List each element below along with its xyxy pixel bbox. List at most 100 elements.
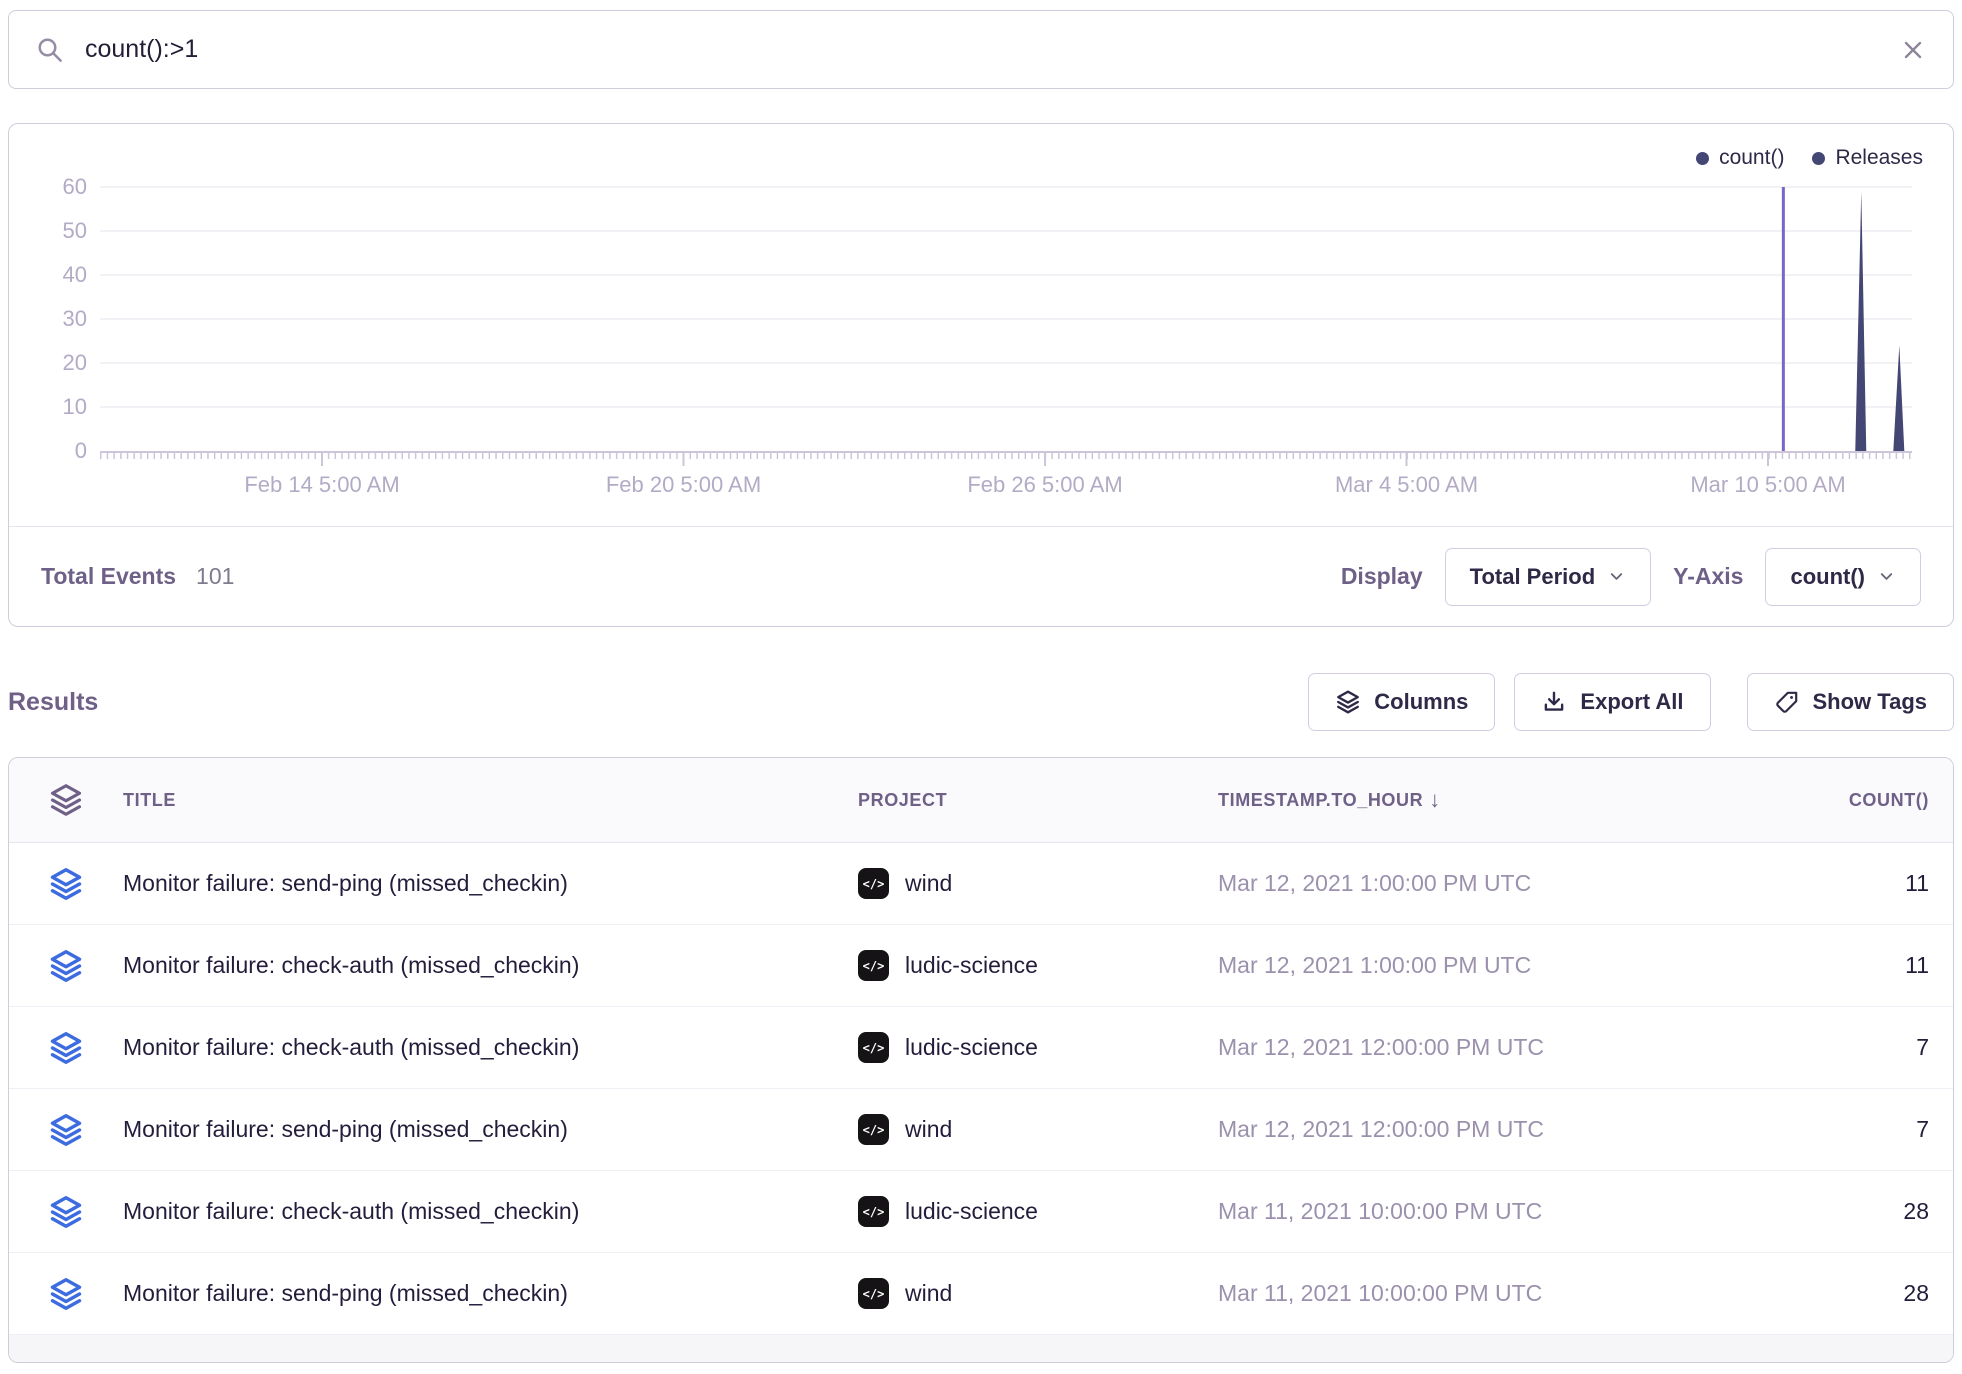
- event-title[interactable]: Monitor failure: send-ping (missed_check…: [123, 1116, 858, 1143]
- legend-item-count[interactable]: count(): [1696, 146, 1784, 170]
- project-name: ludic-science: [905, 1198, 1038, 1225]
- stack-icon: [1335, 689, 1361, 715]
- code-platform-icon: </>: [858, 868, 889, 899]
- project-cell[interactable]: </>wind: [858, 1114, 1218, 1145]
- event-title[interactable]: Monitor failure: check-auth (missed_chec…: [123, 1198, 858, 1225]
- table-header-row: TITLE PROJECT TIMESTAMP.TO_HOUR ↓ COUNT(…: [9, 758, 1953, 843]
- count-cell: 28: [1703, 1280, 1953, 1307]
- tag-icon: [1774, 689, 1800, 715]
- legend-item-releases[interactable]: Releases: [1812, 146, 1923, 170]
- results-header-row: Results Columns Export All: [8, 672, 1954, 732]
- stack-icon: [48, 1112, 84, 1148]
- timestamp-cell: Mar 11, 2021 10:00:00 PM UTC: [1218, 1198, 1703, 1225]
- event-title[interactable]: Monitor failure: check-auth (missed_chec…: [123, 952, 858, 979]
- display-select-value: Total Period: [1470, 564, 1596, 590]
- svg-text:Feb 20 5:00 AM: Feb 20 5:00 AM: [606, 472, 761, 497]
- project-cell[interactable]: </> ludic-science: [858, 950, 1218, 981]
- svg-text:Feb 14 5:00 AM: Feb 14 5:00 AM: [244, 472, 399, 497]
- chevron-down-icon: [1607, 567, 1626, 586]
- header-project[interactable]: PROJECT: [858, 790, 1218, 811]
- project-name: ludic-science: [905, 952, 1038, 979]
- timestamp-cell: Mar 12, 2021 12:00:00 PM UTC: [1218, 1034, 1703, 1061]
- table-row[interactable]: Monitor failure: send-ping (missed_check…: [9, 1089, 1953, 1171]
- search-bar: [8, 10, 1954, 89]
- header-count[interactable]: COUNT(): [1703, 790, 1953, 811]
- count-cell: 28: [1703, 1198, 1953, 1225]
- legend-dot-releases-icon: [1812, 152, 1825, 165]
- table-row[interactable]: Monitor failure: send-ping (missed_check…: [9, 1253, 1953, 1335]
- svg-text:50: 50: [63, 218, 87, 243]
- chart-legend: count() Releases: [1696, 146, 1923, 170]
- timestamp-cell: Mar 11, 2021 10:00:00 PM UTC: [1218, 1280, 1703, 1307]
- search-icon: [35, 35, 65, 65]
- project-cell[interactable]: </> ludic-science: [858, 1032, 1218, 1063]
- svg-text:Feb 26 5:00 AM: Feb 26 5:00 AM: [967, 472, 1122, 497]
- stack-icon: [48, 1030, 84, 1066]
- search-input[interactable]: [83, 34, 1899, 65]
- legend-label-releases: Releases: [1835, 146, 1923, 170]
- project-cell[interactable]: </> ludic-science: [858, 1196, 1218, 1227]
- yaxis-label: Y-Axis: [1673, 563, 1743, 590]
- table-row[interactable]: Monitor failure: send-ping (missed_check…: [9, 843, 1953, 925]
- svg-text:20: 20: [63, 350, 87, 375]
- code-platform-icon: </>: [858, 1278, 889, 1309]
- project-cell[interactable]: </> wind: [858, 1278, 1218, 1309]
- event-title[interactable]: Monitor failure: send-ping (missed_check…: [123, 870, 858, 897]
- svg-text:60: 60: [63, 174, 87, 199]
- display-select[interactable]: Total Period: [1445, 548, 1652, 606]
- chart-footer: Total Events 101 Display Total Period Y-…: [9, 526, 1953, 626]
- count-cell: 7: [1703, 1034, 1953, 1061]
- stack-icon: [48, 1194, 84, 1230]
- export-all-button[interactable]: Export All: [1514, 673, 1710, 731]
- timestamp-cell: Mar 12, 2021 1:00:00 PM UTC: [1218, 870, 1703, 897]
- header-timestamp[interactable]: TIMESTAMP.TO_HOUR ↓: [1218, 787, 1703, 813]
- project-name: wind: [905, 870, 952, 897]
- display-label: Display: [1341, 563, 1423, 590]
- show-tags-button[interactable]: Show Tags: [1747, 673, 1955, 731]
- stack-icon: [48, 782, 84, 818]
- table-row[interactable]: Monitor failure: check-auth (missed_chec…: [9, 1171, 1953, 1253]
- events-time-series-chart: 0 10 20 30 40 50 60 Feb 14 5:00 AM Feb 20 5:00 A…: [9, 124, 1953, 504]
- yaxis-select[interactable]: count(): [1765, 548, 1921, 606]
- export-all-button-label: Export All: [1580, 689, 1683, 715]
- code-platform-icon: </>: [858, 1114, 889, 1145]
- columns-button-label: Columns: [1374, 689, 1468, 715]
- count-cell: 11: [1703, 952, 1953, 979]
- timestamp-cell: Mar 12, 2021 1:00:00 PM UTC: [1218, 952, 1703, 979]
- stack-icon: [48, 1276, 84, 1312]
- table-row[interactable]: Monitor failure: check-auth (missed_chec…: [9, 1007, 1953, 1089]
- total-events-value: 101: [196, 563, 234, 590]
- legend-label-count: count(): [1719, 146, 1784, 170]
- project-name: wind: [905, 1280, 952, 1307]
- svg-text:30: 30: [63, 306, 87, 331]
- stack-icon: [48, 866, 84, 902]
- download-icon: [1541, 689, 1567, 715]
- events-chart-panel: count() Releases 0 10 20 30 40 50 60 Feb 14 5:0…: [8, 123, 1954, 627]
- code-platform-icon: </>: [858, 950, 889, 981]
- svg-text:40: 40: [63, 262, 87, 287]
- code-platform-icon: </>: [858, 1196, 889, 1227]
- event-title[interactable]: Monitor failure: check-auth (missed_chec…: [123, 1034, 858, 1061]
- count-cell: 7: [1703, 1116, 1953, 1143]
- event-title[interactable]: Monitor failure: send-ping (missed_check…: [123, 1280, 858, 1307]
- project-name: ludic-science: [905, 1034, 1038, 1061]
- svg-text:Mar 4 5:00 AM: Mar 4 5:00 AM: [1335, 472, 1478, 497]
- close-icon: [1899, 36, 1927, 64]
- clear-search-button[interactable]: [1899, 36, 1927, 64]
- header-title[interactable]: TITLE: [123, 790, 858, 811]
- svg-text:10: 10: [63, 394, 87, 419]
- results-heading: Results: [8, 688, 98, 717]
- sort-desc-icon: ↓: [1429, 787, 1441, 813]
- show-tags-button-label: Show Tags: [1813, 689, 1928, 715]
- svg-text:0: 0: [75, 438, 87, 463]
- project-cell[interactable]: </> wind: [858, 868, 1218, 899]
- stack-icon: [48, 948, 84, 984]
- table-row[interactable]: Monitor failure: check-auth (missed_chec…: [9, 925, 1953, 1007]
- legend-dot-count-icon: [1696, 152, 1709, 165]
- columns-button[interactable]: Columns: [1308, 673, 1495, 731]
- code-platform-icon: </>: [858, 1032, 889, 1063]
- count-cell: 11: [1703, 870, 1953, 897]
- column-settings-button[interactable]: [9, 782, 123, 818]
- total-events-label: Total Events: [41, 563, 176, 590]
- chevron-down-icon: [1877, 567, 1896, 586]
